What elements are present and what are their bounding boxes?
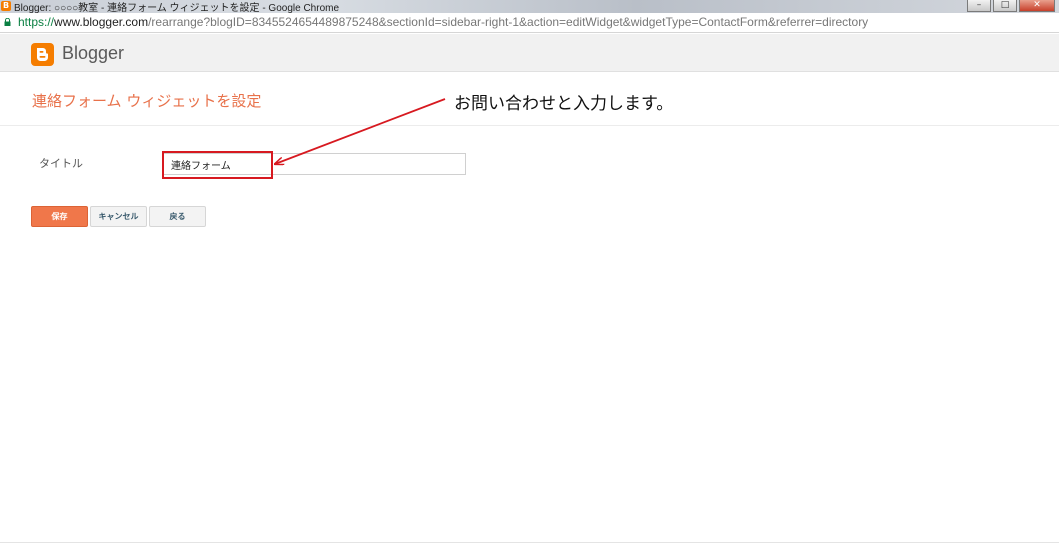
- cancel-button[interactable]: キャンセル: [90, 206, 147, 227]
- bottom-divider: [0, 542, 1059, 543]
- window-title: Blogger: ○○○○教室 - 連絡フォーム ウィジェットを設定 - Goo…: [14, 3, 340, 13]
- blogger-favicon-icon: B: [1, 1, 11, 11]
- save-button[interactable]: 保存: [31, 206, 88, 227]
- close-button[interactable]: ✕: [1019, 0, 1055, 12]
- blogger-logo-icon[interactable]: [31, 43, 54, 66]
- section-divider: [0, 125, 1059, 126]
- blogger-header: Blogger: [0, 34, 1059, 72]
- url-scheme: https://: [18, 15, 55, 29]
- minimize-button[interactable]: –: [967, 0, 991, 12]
- annotation-arrow-icon: [0, 98, 446, 545]
- blogger-logo-text[interactable]: Blogger: [62, 43, 124, 64]
- maximize-button[interactable]: □: [993, 0, 1017, 12]
- window-controls: – □ ✕: [967, 0, 1055, 12]
- address-bar[interactable]: https://www.blogger.com/rearrange?blogID…: [0, 13, 1059, 33]
- title-field-label: タイトル: [39, 157, 83, 170]
- title-input[interactable]: [163, 153, 466, 175]
- page-title: 連絡フォーム ウィジェットを設定: [32, 92, 262, 110]
- lock-icon: [4, 18, 11, 26]
- url-text[interactable]: https://www.blogger.com/rearrange?blogID…: [18, 15, 868, 29]
- window-titlebar: B Blogger: ○○○○教室 - 連絡フォーム ウィジェットを設定 - G…: [0, 0, 1059, 13]
- annotation-text: お問い合わせと入力します。: [454, 94, 674, 114]
- url-host: www.blogger.com: [54, 15, 149, 29]
- back-button[interactable]: 戻る: [149, 206, 206, 227]
- url-path: /rearrange?blogID=8345524654489875248&se…: [148, 15, 869, 29]
